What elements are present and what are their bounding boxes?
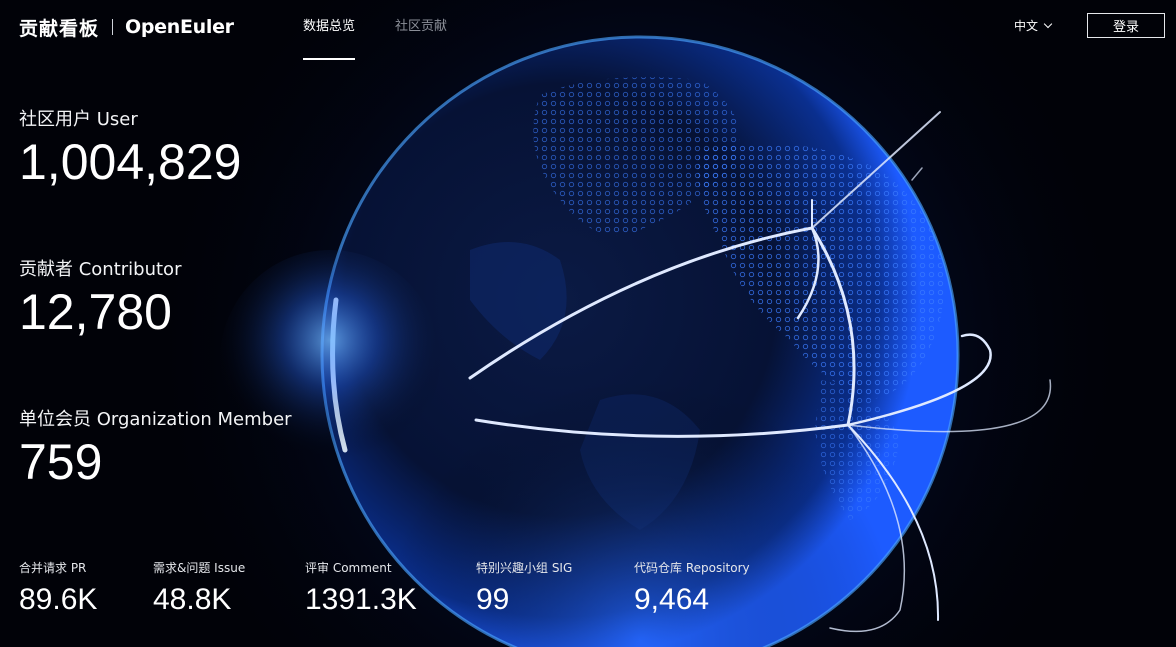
stat-label: 贡献者 Contributor <box>19 259 182 280</box>
stat-label: 单位会员 Organization Member <box>19 409 292 430</box>
small-stat-value: 1391.3K <box>305 583 417 616</box>
tab-community-contribution[interactable]: 社区贡献 <box>395 0 447 60</box>
small-stat-value: 48.8K <box>153 583 232 616</box>
stat-sig: 特别兴趣小组 SIG 99 <box>476 561 572 618</box>
main-tabs: 数据总览 社区贡献 <box>303 0 487 60</box>
stat-users: 社区用户 User 1,004,829 <box>19 109 241 190</box>
stat-issue: 需求&问题 Issue 48.8K <box>153 561 245 618</box>
stat-comment: 评审 Comment 1391.3K <box>305 561 417 618</box>
stat-repository: 代码仓库 Repository 9,464 <box>634 561 750 618</box>
language-selector[interactable]: 中文 <box>1014 17 1053 34</box>
stat-value: 12,780 <box>19 284 172 340</box>
language-label: 中文 <box>1014 19 1039 33</box>
tab-data-overview[interactable]: 数据总览 <box>303 0 356 60</box>
small-stat-label: 评审 Comment <box>305 561 392 575</box>
stat-label: 社区用户 User <box>19 109 138 130</box>
small-stat-label: 需求&问题 Issue <box>153 561 246 575</box>
small-stat-label: 特别兴趣小组 SIG <box>476 561 573 575</box>
login-button[interactable]: 登录 <box>1087 13 1165 38</box>
brand-divider <box>112 19 114 35</box>
small-stat-value: 89.6K <box>19 583 98 616</box>
stat-value: 759 <box>19 434 103 490</box>
stat-value: 1,004,829 <box>19 134 242 190</box>
small-stat-label: 代码仓库 Repository <box>634 561 750 575</box>
stat-organization-members: 单位会员 Organization Member 759 <box>19 409 292 490</box>
stat-pr: 合并请求 PR 89.6K <box>19 561 97 618</box>
chevron-down-icon <box>1043 19 1053 28</box>
small-stat-value: 9,464 <box>634 583 710 616</box>
brand[interactable]: 贡献看板 OpenEuler <box>19 13 234 41</box>
small-stat-label: 合并请求 PR <box>19 561 87 575</box>
small-stat-value: 99 <box>476 583 510 616</box>
secondary-stats: 合并请求 PR 89.6K 需求&问题 Issue 48.8K 评审 Comme… <box>0 561 900 621</box>
stat-contributors: 贡献者 Contributor 12,780 <box>19 259 181 340</box>
dashboard-page: 贡献看板 OpenEuler 数据总览 社区贡献 中文 登录 社区用户 User… <box>0 0 1176 647</box>
brand-title: 贡献看板 <box>19 17 100 40</box>
top-nav-bar: 贡献看板 OpenEuler 数据总览 社区贡献 中文 登录 <box>0 0 1176 60</box>
openeuler-logo: OpenEuler <box>125 16 234 38</box>
